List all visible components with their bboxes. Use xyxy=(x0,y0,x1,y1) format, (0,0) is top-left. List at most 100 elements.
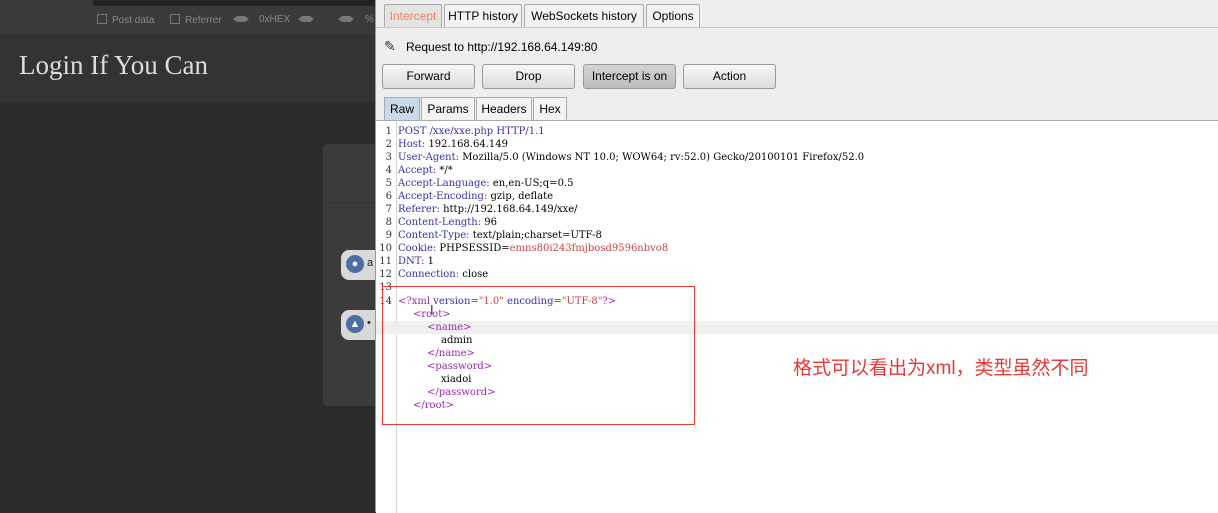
intercept-toggle-button[interactable]: Intercept is on xyxy=(583,64,676,89)
line-number: 7 xyxy=(385,204,392,215)
referrer-checkbox[interactable] xyxy=(170,14,180,24)
password-value: • xyxy=(367,317,371,329)
page-title: Login If You Can xyxy=(19,50,209,80)
action-button[interactable]: Action xyxy=(683,64,776,89)
xml-version-attr: version= xyxy=(430,296,479,307)
xml-decl-close: ?> xyxy=(602,296,617,307)
header-value: */* xyxy=(436,165,453,176)
xml-version-value: "1.0" xyxy=(478,296,504,307)
pencil-icon[interactable]: ✎ xyxy=(384,38,402,55)
username-value: a xyxy=(367,257,374,269)
request-line: 12 Connection: close xyxy=(376,268,1218,281)
header-key: User-Agent: xyxy=(398,152,460,163)
password-open-tag: <password> xyxy=(427,361,493,372)
header-key: Cookie: xyxy=(398,243,437,254)
tab-headers[interactable]: Headers xyxy=(476,97,532,120)
header-value: 96 xyxy=(481,217,498,228)
tab-http-history[interactable]: HTTP history xyxy=(444,4,522,27)
line-number: 10 xyxy=(379,243,392,254)
xml-encoding-attr: encoding= xyxy=(503,296,562,307)
xml-root-open: <root> xyxy=(376,308,1218,321)
request-editor[interactable]: 1 POST /xxe/xxe.php HTTP/1.1 2 Host: 192.16… xyxy=(376,120,1218,513)
line-number: 12 xyxy=(379,269,392,280)
burp-proxy-panel: Intercept HTTP history WebSockets histor… xyxy=(375,0,1218,513)
xml-name-value: admin xyxy=(376,334,1218,347)
tab-options[interactable]: Options xyxy=(646,4,700,27)
header-key: Accept: xyxy=(398,165,437,176)
request-target: ✎ Request to http://192.168.64.149:80 xyxy=(384,38,597,55)
line-number: 8 xyxy=(385,217,392,228)
header-value: http://192.168.64.149/xxe/ xyxy=(439,204,578,215)
header-key: POST /xxe/xxe.php HTTP/1.1 xyxy=(398,126,545,137)
name-close-tag: </name> xyxy=(427,348,475,359)
header-key: Accept-Encoding: xyxy=(398,191,488,202)
header-key: Host: xyxy=(398,139,426,150)
line-number: 14 xyxy=(379,296,392,307)
tab-websockets-history[interactable]: WebSockets history xyxy=(524,4,644,27)
name-value: admin xyxy=(441,335,473,346)
line-number: 11 xyxy=(379,256,392,267)
left-arrow-icon[interactable] xyxy=(233,16,249,22)
request-line: 7 Referer: http://192.168.64.149/xxe/ xyxy=(376,203,1218,216)
header-key: Accept-Language: xyxy=(398,178,490,189)
tabs-divider xyxy=(376,27,1218,28)
card-divider xyxy=(323,202,375,203)
request-line: 13 xyxy=(376,281,1218,294)
hackbar-strip xyxy=(93,0,375,6)
username-field[interactable]: ● a xyxy=(341,250,375,280)
xml-declaration-line: 14 <?xml version="1.0" encoding="UTF-8"?> xyxy=(376,295,1218,308)
tab-params[interactable]: Params xyxy=(421,97,475,120)
user-icon: ● xyxy=(346,255,364,273)
request-line: 8 Content-Length: 96 xyxy=(376,216,1218,229)
xml-encoding-value: "UTF-8" xyxy=(561,296,603,307)
line-number: 2 xyxy=(385,139,392,150)
header-value: 1 xyxy=(424,256,434,267)
header-key: Referer: xyxy=(398,204,440,215)
hex-label[interactable]: 0xHEX xyxy=(259,14,290,25)
root-close-tag: </root> xyxy=(413,400,454,411)
tab-intercept[interactable]: Intercept xyxy=(384,4,442,27)
line-number: 9 xyxy=(385,230,392,241)
percent-label[interactable]: % xyxy=(365,14,374,25)
request-line: 4 Accept: */* xyxy=(376,164,1218,177)
header-key: Connection: xyxy=(398,269,460,280)
request-line: 6 Accept-Encoding: gzip, deflate xyxy=(376,190,1218,203)
line-number: 3 xyxy=(385,152,392,163)
forward-button[interactable]: Forward xyxy=(382,64,475,89)
header-value: PHPSESSID= xyxy=(436,243,510,254)
line-number: 5 xyxy=(385,178,392,189)
xml-name-open: <name> xyxy=(376,321,1218,334)
tab-raw[interactable]: Raw xyxy=(384,97,420,120)
line-number: 1 xyxy=(385,126,392,137)
drop-button[interactable]: Drop xyxy=(482,64,575,89)
request-line: 1 POST /xxe/xxe.php HTTP/1.1 xyxy=(376,125,1218,138)
password-value-text: xiadoi xyxy=(441,374,472,385)
lock-icon: ▲ xyxy=(346,315,364,333)
right-arrow-icon[interactable] xyxy=(298,16,314,22)
left-arrow-icon[interactable] xyxy=(338,16,354,22)
annotation-note: 格式可以看出为xml，类型虽然不同 xyxy=(793,358,1089,379)
header-value: Mozilla/5.0 (Windows NT 10.0; WOW64; rv:… xyxy=(459,152,865,163)
header-value: close xyxy=(459,269,489,280)
referrer-option[interactable]: Referrer xyxy=(170,14,222,26)
cookie-value: emns80i243fmjbosd9596nbvo8 xyxy=(509,243,669,254)
tab-hex[interactable]: Hex xyxy=(533,97,567,120)
password-close-tag: </password> xyxy=(427,387,496,398)
line-number: 6 xyxy=(385,191,392,202)
text-cursor-icon: I xyxy=(430,302,434,317)
request-line: 9 Content-Type: text/plain;charset=UTF-8 xyxy=(376,229,1218,242)
name-open-tag: <name> xyxy=(427,322,472,333)
line-number: 13 xyxy=(379,282,392,293)
post-data-checkbox[interactable] xyxy=(97,14,107,24)
header-value: gzip, deflate xyxy=(487,191,554,202)
header-key: DNT: xyxy=(398,256,425,267)
post-data-label: Post data xyxy=(112,15,155,26)
password-field[interactable]: ▲ • xyxy=(341,310,375,340)
request-line: 3 User-Agent: Mozilla/5.0 (Windows NT 10.… xyxy=(376,151,1218,164)
header-value: 192.168.64.149 xyxy=(425,139,508,150)
browser-page: Post data Referrer 0xHEX % Login If You … xyxy=(0,0,375,512)
header-value: en,en-US;q=0.5 xyxy=(489,178,574,189)
xml-decl-open: <?xml xyxy=(398,296,431,307)
header-value: text/plain;charset=UTF-8 xyxy=(469,230,602,241)
post-data-option[interactable]: Post data xyxy=(97,14,154,26)
